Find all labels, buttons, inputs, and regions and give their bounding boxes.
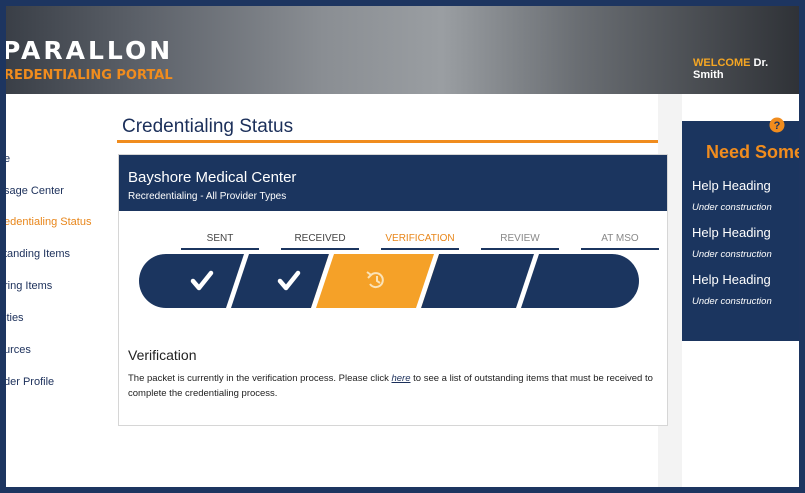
step-underline-verification: [381, 248, 459, 250]
status-detail-text: The packet is currently in the verificat…: [128, 371, 663, 401]
help-heading-1[interactable]: Help Heading: [692, 178, 771, 193]
step-label-review: REVIEW: [500, 233, 540, 244]
facility-header: Bayshore Medical Center Recredentialing …: [119, 155, 667, 211]
sidebar-item-facilities[interactable]: ities: [6, 312, 24, 324]
header: PARALLON REDENTIALING PORTAL WELCOME Dr.…: [6, 6, 799, 94]
page-title: Credentialing Status: [122, 116, 294, 137]
sidebar-item-resources[interactable]: urces: [6, 344, 31, 356]
svg-text:?: ?: [774, 120, 781, 132]
step-label-sent: SENT: [206, 233, 234, 244]
app-frame: PARALLON REDENTIALING PORTAL WELCOME Dr.…: [6, 6, 799, 487]
sidebar-item-home[interactable]: e: [6, 153, 10, 165]
help-panel: ? Need Some Help Heading Under construct…: [682, 117, 799, 341]
portal-name: REDENTIALING PORTAL: [6, 68, 173, 83]
program-type: Recredentialing - All Provider Types: [128, 191, 287, 202]
help-heading-2[interactable]: Help Heading: [692, 225, 771, 240]
status-detail-heading: Verification: [128, 347, 197, 363]
step-label-received: RECEIVED: [294, 233, 346, 244]
welcome-label: WELCOME: [693, 57, 751, 69]
sidebar-item-provider-profile[interactable]: der Profile: [6, 376, 54, 388]
welcome-message: WELCOME Dr. Smith: [693, 57, 799, 81]
title-divider: [117, 140, 658, 143]
sidebar-item-expiring-items[interactable]: ring Items: [6, 280, 52, 292]
help-heading-3[interactable]: Help Heading: [692, 272, 771, 287]
step-underline-review: [481, 248, 559, 250]
facility-name: Bayshore Medical Center: [128, 169, 297, 186]
help-subtext-3: Under construction: [692, 296, 772, 307]
sidebar-item-credentialing-status[interactable]: edentialing Status: [6, 216, 91, 228]
progress-tracker: [139, 254, 639, 308]
status-card: Bayshore Medical Center Recredentialing …: [118, 154, 668, 426]
sidebar-item-outstanding-items[interactable]: tanding Items: [6, 248, 70, 260]
detail-text-before: The packet is currently in the verificat…: [128, 373, 392, 384]
main-content: Credentialing Status Bayshore Medical Ce…: [98, 94, 668, 487]
step-label-at-mso: AT MSO: [601, 233, 639, 244]
sidebar-item-message-center[interactable]: sage Center: [6, 185, 64, 197]
step-underline-sent: [181, 248, 259, 250]
help-panel-heading: Need Some: [706, 142, 799, 162]
parallon-logo[interactable]: PARALLON: [6, 36, 173, 65]
step-underline-at-mso: [581, 248, 659, 250]
step-underline-received: [281, 248, 359, 250]
sidebar-nav: e sage Center edentialing Status tanding…: [6, 94, 98, 487]
step-label-verification: VERIFICATION: [385, 233, 455, 244]
outstanding-items-link[interactable]: here: [391, 373, 410, 384]
help-subtext-2: Under construction: [692, 249, 772, 260]
question-icon[interactable]: ?: [769, 117, 785, 133]
help-subtext-1: Under construction: [692, 202, 772, 213]
